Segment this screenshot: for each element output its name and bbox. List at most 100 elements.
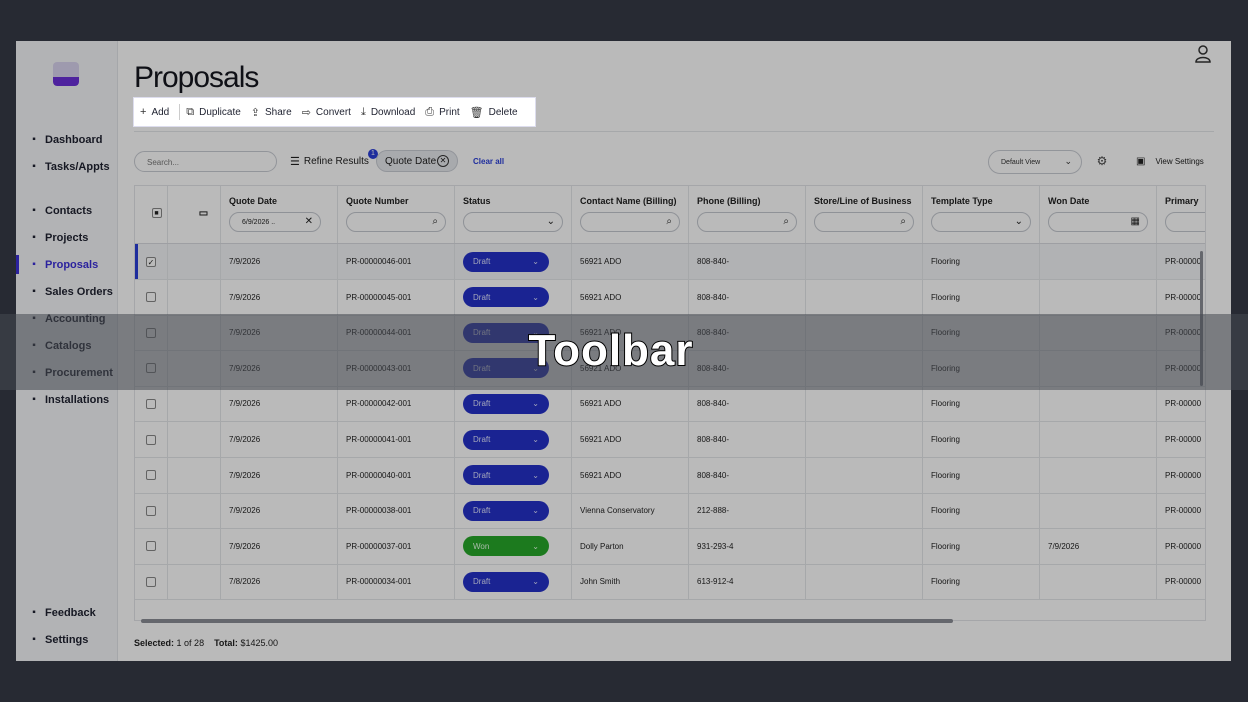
row-checkbox[interactable] [146,576,156,587]
phone-filter[interactable]: ⌕ [697,212,797,232]
add-label: Add [151,106,170,118]
view-select[interactable]: Default View ⌄ [988,150,1082,174]
row-checkbox[interactable] [146,470,156,481]
chevron-down-icon: ⌄ [1014,216,1023,227]
sidebar-item-tasks-appts[interactable]: ▪ Tasks/Appts [16,153,118,180]
status-cell: Draft ⌄ [455,279,572,315]
quote-number-filter[interactable]: ⌕ [346,212,446,232]
convert-button[interactable]: ⇨ Convert [302,106,351,119]
share-button[interactable]: ⇪ Share [251,106,292,119]
cell-number: PR-00000046-001 [338,244,455,279]
status-badge[interactable]: Draft ⌄ [463,251,549,272]
row-checkbox[interactable] [146,505,156,516]
cell-contact: John Smith [572,564,689,600]
caption-text: Toolbar [527,325,694,376]
download-button[interactable]: ⤓ Download [361,106,415,119]
status-badge[interactable]: Draft ⌄ [463,393,549,414]
horizontal-scrollbar[interactable] [141,619,953,623]
app-logo[interactable] [53,62,79,86]
status-badge[interactable]: Draft ⌄ [463,429,549,450]
print-button[interactable]: ⎙ Print [425,106,459,119]
selected-label: Selected: [134,638,175,648]
delete-button[interactable]: 🗑 Delete [470,106,518,119]
duplicate-label: Duplicate [199,106,241,118]
duplicate-icon: ⧉ [186,105,195,118]
refine-results-button[interactable]: ☰ Refine Results 1 [290,149,378,168]
user-profile-icon[interactable] [1195,45,1211,63]
cell-primary: PR-00000 [1157,244,1205,279]
table-row[interactable]: 7/9/2026 PR-00000038-001 Draft ⌄ Vienna Cons… [135,493,1205,530]
sidebar-item-feedback[interactable]: ▪ Feedback [16,599,118,626]
status-filter[interactable]: ⌄ [463,212,563,232]
print-icon: ⎙ [425,105,435,118]
row-checkbox[interactable]: ✓ [146,256,156,267]
table-row[interactable]: 7/9/2026 PR-00000041-001 Draft ⌄ 56921 ADO 80… [135,422,1205,458]
sidebar-item-sales-orders[interactable]: ▪ Sales Orders [16,278,118,305]
settings-icon: ▪ [32,633,36,645]
store-filter[interactable]: ⌕ [814,212,914,232]
select-all-checkbox[interactable]: ■ [151,208,162,218]
col-header-status[interactable]: Status ⌄ [455,186,572,243]
remove-chip-icon[interactable]: ✕ [437,155,449,167]
sidebar-item-label: Settings [45,633,89,646]
status-badge[interactable]: Draft ⌄ [463,287,549,308]
col-header-template[interactable]: Template Type ⌄ [923,186,1040,243]
table-row[interactable]: 7/8/2026 PR-00000034-001 Draft ⌄ John Smith 6… [135,564,1205,601]
refine-results-label: Refine Results [303,156,369,167]
sidebar-item-proposals[interactable]: ▪ Proposals [16,251,118,278]
col-header-primary[interactable]: Primary [1157,186,1205,243]
total-label: Total: [214,638,238,648]
cell-primary: PR-00000 [1157,564,1205,599]
quote-date-filter[interactable]: 6/9/2026 .. ✕ [229,212,321,232]
sidebar-item-label: Sales Orders [45,285,113,298]
comment-icon: ▭ [198,208,209,219]
filter-chip-quote-date[interactable]: Quote Date ✕ [376,150,458,172]
search-input[interactable]: Search... [134,151,277,172]
sidebar-item-installations[interactable]: ▪ Installations [16,386,118,413]
row-checkbox[interactable] [146,434,156,445]
add-button[interactable]: + Add [140,106,169,118]
table-row[interactable]: 7/9/2026 PR-00000037-001 Won ⌄ Dolly Parton 9… [135,528,1205,565]
primary-filter[interactable] [1165,212,1205,232]
cell-contact: 56921 ADO [572,244,689,279]
row-select-cell [135,457,168,493]
cell-template: Flooring [923,493,1040,529]
sidebar-item-projects[interactable]: ▪ Projects [16,224,118,251]
table-row[interactable]: 7/9/2026 PR-00000042-001 Draft ⌄ 56921 ADO 80… [135,386,1205,423]
row-checkbox[interactable] [146,541,156,552]
status-badge[interactable]: Draft ⌄ [463,500,549,521]
table-row[interactable]: 7/9/2026 PR-00000045-001 Draft ⌄ 56921 ADO 80… [135,279,1205,316]
download-label: Download [370,106,416,118]
duplicate-button[interactable]: ⧉ Duplicate [186,106,241,119]
view-settings-button[interactable]: ▣ View Settings [1136,156,1204,167]
col-header-won-date[interactable]: Won Date ▦ [1040,186,1157,243]
status-badge[interactable]: Won ⌄ [463,536,549,557]
feedback-icon: ▪ [32,606,36,618]
gear-icon[interactable]: ⚙ [1094,153,1110,169]
col-header-quote-date[interactable]: Quote Date 6/9/2026 .. ✕ [221,186,338,243]
contact-filter[interactable]: ⌕ [580,212,680,232]
status-badge[interactable]: Draft ⌄ [463,571,549,592]
status-badge[interactable]: Draft ⌄ [463,465,549,486]
col-header-phone[interactable]: Phone (Billing) ⌕ [689,186,806,243]
sidebar-item-settings[interactable]: ▪ Settings [16,626,118,653]
col-quote-date-label: Quote Date [229,196,278,206]
sidebar-item-dashboard[interactable]: ▪ Dashboard [16,126,118,153]
total-value: $1425.00 [240,638,278,648]
col-header-store[interactable]: Store/Line of Business ⌕ [806,186,923,243]
col-header-contact[interactable]: Contact Name (Billing) ⌕ [572,186,689,243]
table-row[interactable]: ✓ 7/9/2026 PR-00000046-001 Draft ⌄ 56921 ADO 8… [135,244,1205,280]
clear-all-link[interactable]: Clear all [473,157,504,166]
row-checkbox[interactable] [146,398,156,409]
row-checkbox[interactable] [146,292,156,303]
clear-filter-icon[interactable]: ✕ [305,216,313,227]
template-filter[interactable]: ⌄ [931,212,1031,232]
col-header-quote-number[interactable]: Quote Number ⌕ [338,186,455,243]
sidebar-item-contacts[interactable]: ▪ Contacts [16,197,118,224]
search-icon: ⌕ [666,216,672,227]
cell-template: Flooring [923,386,1040,422]
toolbar: + Add ⧉ Duplicate ⇪ Share ⇨ Convert ⤓ Downloa… [133,97,536,127]
cell-phone: 212-888- [689,493,806,529]
table-row[interactable]: 7/9/2026 PR-00000040-001 Draft ⌄ 56921 ADO 80… [135,457,1205,494]
won-date-filter[interactable]: ▦ [1048,212,1148,232]
